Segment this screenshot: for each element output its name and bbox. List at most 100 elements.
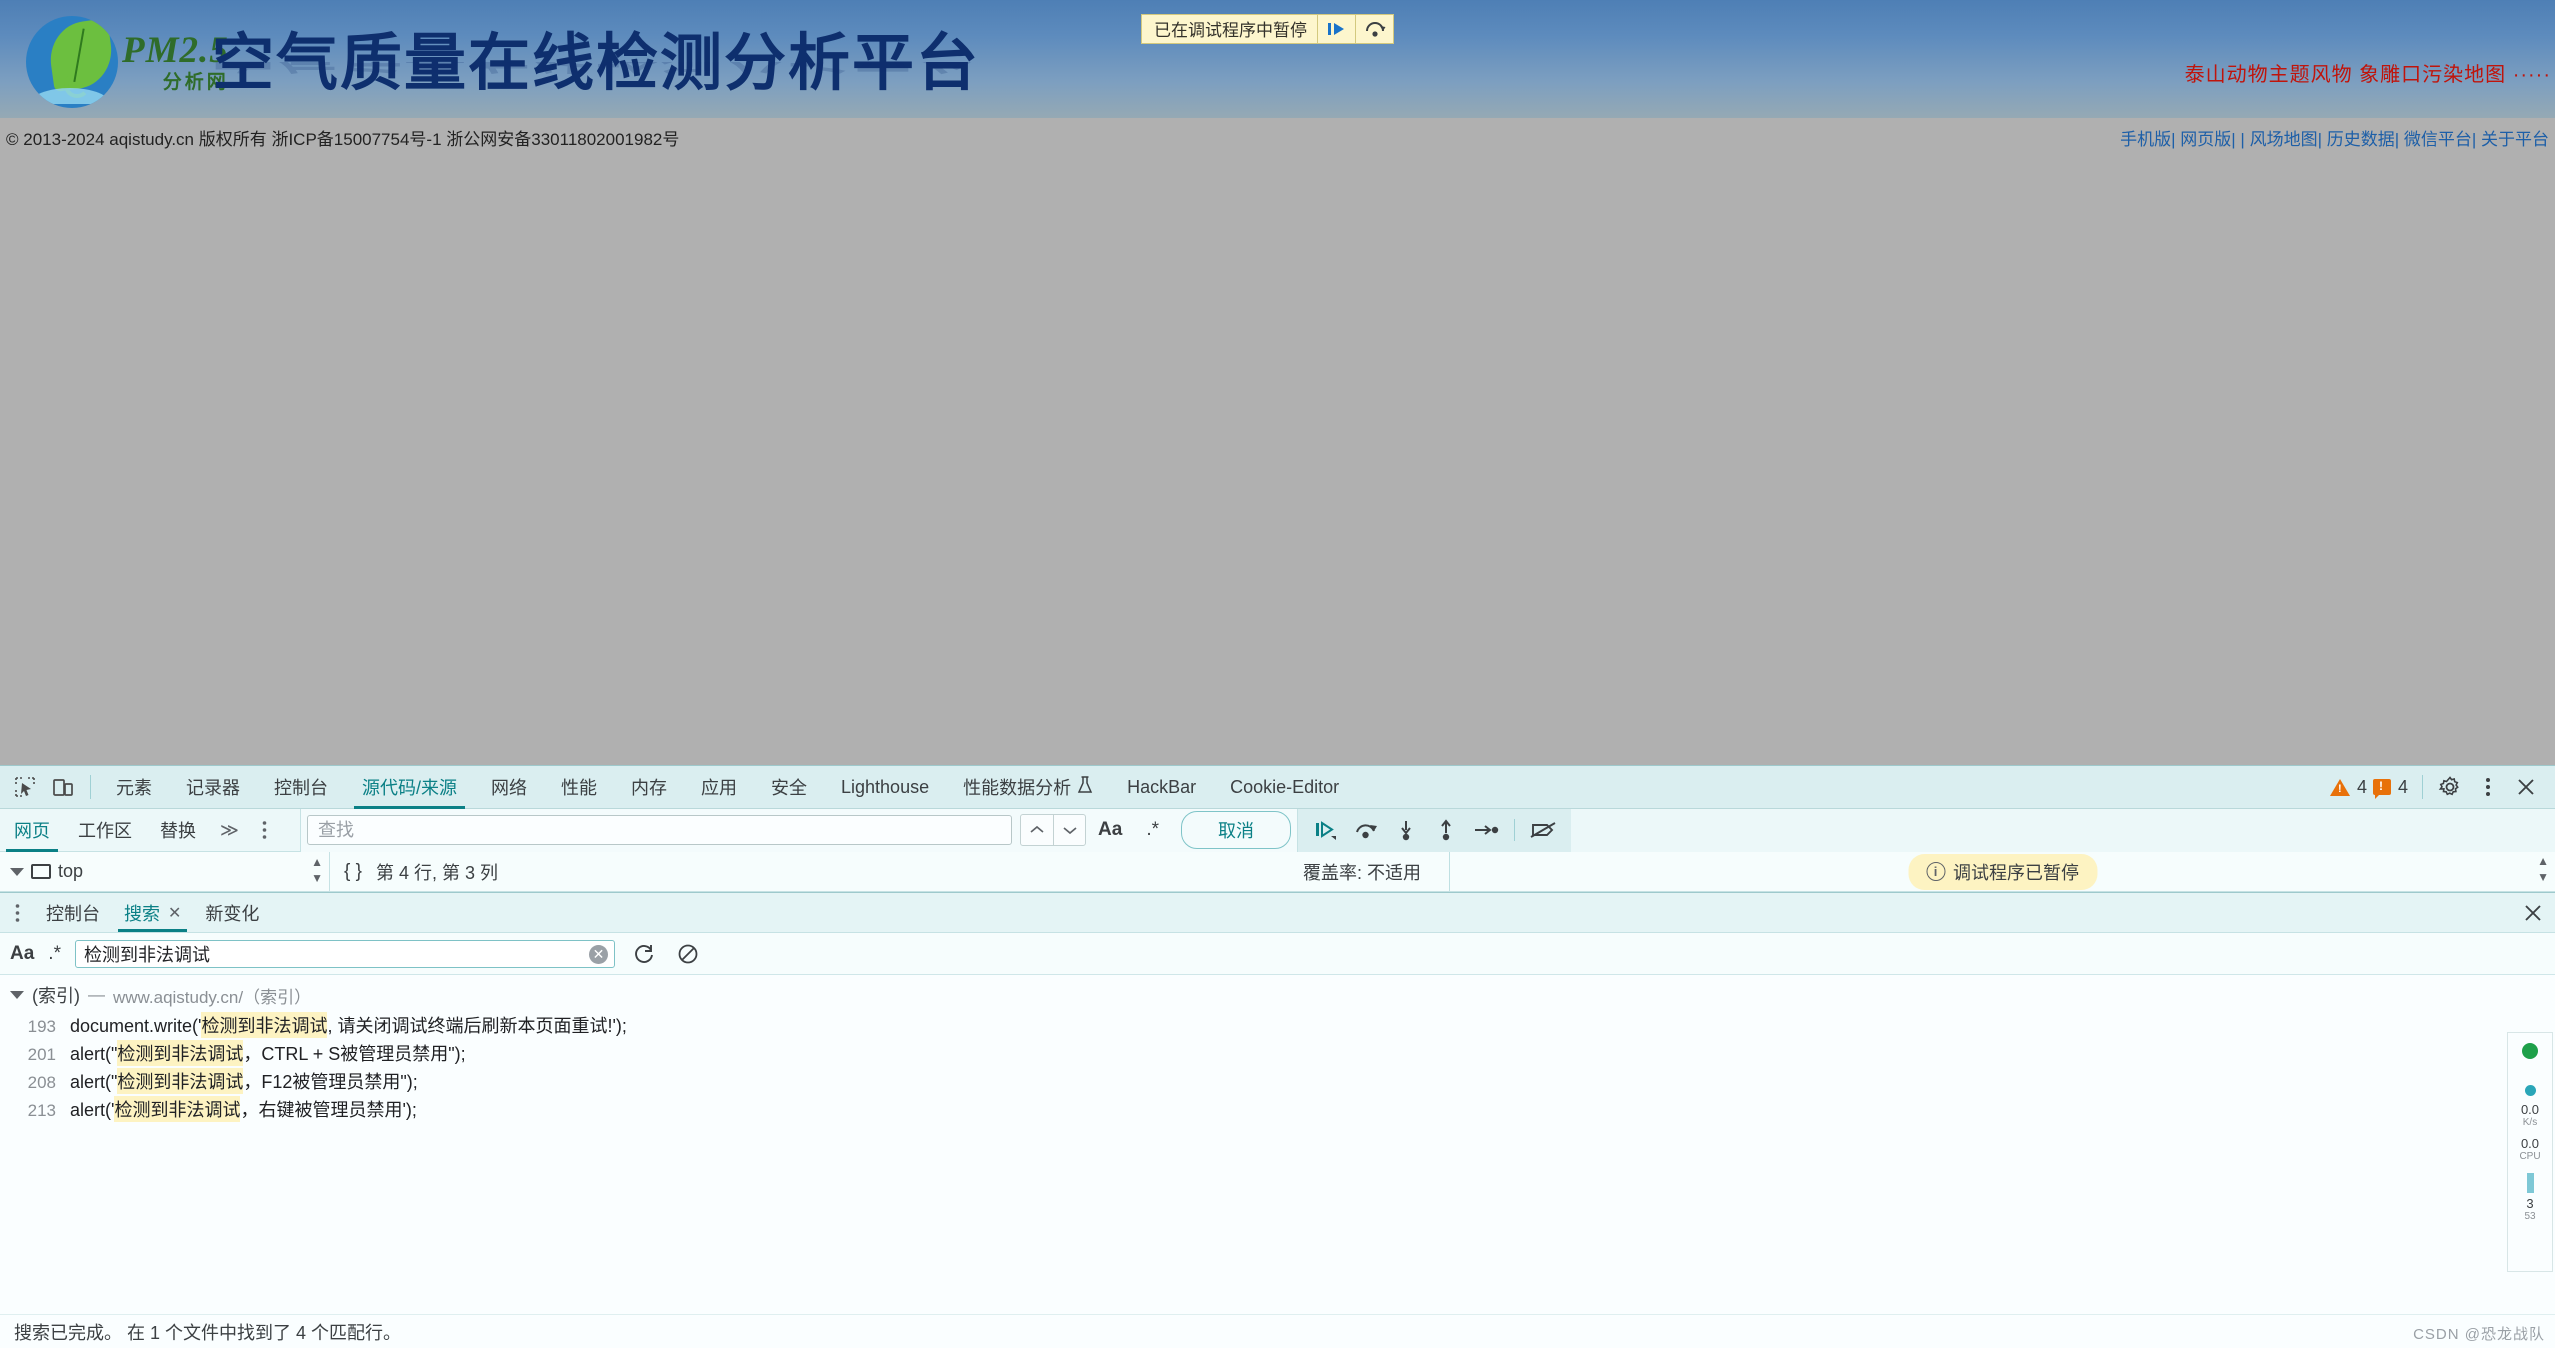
error-badge[interactable]: 4 (2373, 777, 2408, 798)
navigator-scrollbar[interactable]: ▲▼ (311, 855, 323, 885)
search-result-file[interactable]: (索引) — www.aqistudy.cn/（索引） (0, 979, 2555, 1011)
result-code-pre: alert(" (70, 1044, 117, 1065)
inspect-element-icon[interactable] (6, 768, 44, 806)
search-result-row[interactable]: 201 alert(" 检测到非法调试 ，CTRL + S被管理员禁用"); (0, 1039, 2555, 1067)
navtab-overrides[interactable]: 替换 (146, 809, 210, 852)
tab-recorder-label: 记录器 (186, 774, 240, 800)
tab-hackbar[interactable]: HackBar (1110, 766, 1213, 809)
tab-recorder[interactable]: 记录器 (169, 766, 257, 809)
drawer-close-icon[interactable] (2511, 893, 2555, 932)
drawer-tab-console[interactable]: 控制台 (34, 893, 112, 932)
drawer-tab-changes[interactable]: 新变化 (193, 893, 271, 932)
site-logo[interactable]: PM2.5 分析网 (26, 16, 229, 108)
result-code-pre: alert(" (70, 1072, 117, 1093)
tab-memory[interactable]: 内存 (614, 766, 684, 809)
footer-copyright: © 2013-2024 aqistudy.cn 版权所有 浙ICP备150077… (6, 125, 679, 150)
tree-item-top[interactable]: top (10, 861, 83, 882)
drawer-tab-search[interactable]: 搜索 ✕ (112, 893, 193, 932)
find-previous-icon[interactable] (1021, 815, 1053, 845)
navtab-workspace[interactable]: 工作区 (64, 809, 146, 852)
tab-sources[interactable]: 源代码/来源 (345, 766, 474, 809)
flask-icon (1077, 776, 1093, 799)
result-code-pre: document.write(' (70, 1016, 201, 1037)
status-dot-green-icon (2522, 1043, 2538, 1059)
device-toolbar-icon[interactable] (44, 768, 82, 806)
result-line-number: 213 (10, 1101, 56, 1121)
search-results-list: (索引) — www.aqistudy.cn/（索引） 193 document… (0, 975, 2555, 1314)
perf-sparkline (2527, 1173, 2534, 1193)
close-icon[interactable] (2507, 768, 2545, 806)
tab-elements[interactable]: 元素 (99, 766, 169, 809)
step-over-icon[interactable] (1348, 812, 1384, 848)
site-footer: © 2013-2024 aqistudy.cn 版权所有 浙ICP备150077… (0, 118, 2555, 156)
footer-links[interactable]: 手机版| 网页版| | 风场地图| 历史数据| 微信平台| 关于平台 (2120, 125, 2549, 150)
chevron-down-icon (10, 991, 24, 999)
tab-network[interactable]: 网络 (474, 766, 544, 809)
navtab-more-icon[interactable]: ≫ (210, 809, 249, 852)
drawer-tab-search-close-icon[interactable]: ✕ (168, 903, 181, 923)
resume-script-icon[interactable] (1317, 15, 1355, 43)
step-into-icon[interactable] (1388, 812, 1424, 848)
result-code-post: ，右键被管理员禁用'); (240, 1096, 416, 1122)
chevron-down-icon (10, 868, 24, 876)
search-status-text: 搜索已完成。 在 1 个文件中找到了 4 个匹配行。 (14, 1319, 401, 1345)
warning-badge[interactable]: 4 (2330, 777, 2367, 798)
editor-scrollbar[interactable]: ▲▼ (2537, 854, 2549, 884)
perf-cpu-unit: K/s (2523, 1117, 2537, 1128)
result-code-post: ，F12被管理员禁用"); (243, 1068, 417, 1094)
drawer-tab-changes-label: 新变化 (205, 900, 259, 926)
step-over-icon[interactable] (1355, 15, 1393, 43)
drawer-tab-search-label: 搜索 (124, 900, 160, 926)
tab-lighthouse[interactable]: Lighthouse (824, 766, 946, 809)
result-line-number: 193 (10, 1017, 56, 1037)
navtab-workspace-label: 工作区 (78, 817, 132, 843)
clear-input-icon[interactable]: ✕ (589, 945, 608, 964)
tab-performance[interactable]: 性能 (544, 766, 614, 809)
search-match-case-button[interactable]: Aa (10, 943, 34, 965)
search-regex-button[interactable]: .* (48, 943, 61, 965)
navigator-kebab-icon[interactable] (249, 809, 281, 852)
performance-monitor-widget[interactable]: 0.0 K/s 0.0 CPU 3 53 (2507, 1032, 2553, 1272)
tab-application[interactable]: 应用 (684, 766, 754, 809)
editor-status-bar: { } 第 4 行, 第 3 列 覆盖率: 不适用 (330, 852, 1450, 891)
perf-count-value: 3 (2526, 1196, 2533, 1211)
tab-memory-label: 内存 (631, 774, 667, 800)
kebab-menu-icon[interactable] (2469, 768, 2507, 806)
tab-cookie-editor-label: Cookie-Editor (1230, 777, 1339, 798)
debugger-controls (1297, 809, 1571, 852)
resume-script-icon[interactable] (1308, 812, 1344, 848)
drawer-kebab-icon[interactable] (0, 893, 34, 932)
drawer-tab-strip: 控制台 搜索 ✕ 新变化 (0, 893, 2555, 933)
perf-cpu-value: 0.0 (2521, 1102, 2539, 1117)
find-cancel-button[interactable]: 取消 (1181, 811, 1291, 849)
step-out-icon[interactable] (1428, 812, 1464, 848)
step-icon[interactable] (1468, 812, 1504, 848)
navtab-overrides-label: 替换 (160, 817, 196, 843)
tab-hackbar-label: HackBar (1127, 777, 1196, 798)
gear-icon[interactable] (2431, 768, 2469, 806)
find-match-case-button[interactable]: Aa (1086, 819, 1134, 841)
tab-console[interactable]: 控制台 (257, 766, 345, 809)
tab-cookie-editor[interactable]: Cookie-Editor (1213, 766, 1356, 809)
tab-performance-insights[interactable]: 性能数据分析 (946, 766, 1110, 809)
pretty-print-icon[interactable]: { } (344, 861, 362, 883)
deactivate-breakpoints-icon[interactable] (1525, 812, 1561, 848)
find-regex-button[interactable]: .* (1134, 819, 1171, 841)
navtab-page[interactable]: 网页 (0, 809, 64, 852)
refresh-icon[interactable] (629, 939, 659, 969)
find-input[interactable] (307, 815, 1012, 845)
clear-results-icon[interactable] (673, 939, 703, 969)
search-result-row[interactable]: 213 alert(' 检测到非法调试 ，右键被管理员禁用'); (0, 1095, 2555, 1123)
navtab-page-label: 网页 (14, 817, 50, 843)
tab-performance-label: 性能 (561, 774, 597, 800)
logo-leaf-icon (26, 16, 118, 108)
tab-lighthouse-label: Lighthouse (841, 777, 929, 798)
find-next-icon[interactable] (1053, 815, 1085, 845)
search-result-row[interactable]: 208 alert(" 检测到非法调试 ，F12被管理员禁用"); (0, 1067, 2555, 1095)
tab-elements-label: 元素 (116, 774, 152, 800)
tab-security-label: 安全 (771, 774, 807, 800)
search-result-row[interactable]: 193 document.write(' 检测到非法调试 , 请关闭调试终端后刷… (0, 1011, 2555, 1039)
tab-security[interactable]: 安全 (754, 766, 824, 809)
search-input[interactable] (75, 940, 615, 968)
watermark: CSDN @恐龙战队 (2413, 1323, 2545, 1344)
